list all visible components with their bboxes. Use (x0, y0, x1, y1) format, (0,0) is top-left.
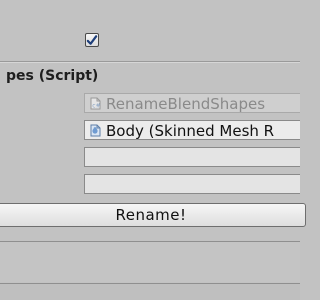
component-title: pes (Script) (6, 68, 99, 84)
rename-button[interactable]: Rename! (0, 203, 306, 227)
target-mesh-value: Body (Skinned Mesh R (106, 122, 275, 140)
skinned-mesh-icon (90, 124, 101, 137)
component-header[interactable]: pes (Script) (0, 63, 300, 89)
enabled-checkbox[interactable] (85, 33, 99, 47)
checkmark-icon (86, 34, 98, 45)
script-field: c# RenameBlendShapes (84, 93, 300, 113)
script-asset-icon: c# (90, 97, 101, 110)
text-field[interactable] (84, 174, 300, 194)
toggle-row (0, 30, 300, 56)
svg-text:c#: c# (92, 103, 100, 110)
text-field[interactable] (84, 147, 300, 167)
target-mesh-field[interactable]: Body (Skinned Mesh R (84, 120, 300, 140)
empty-panel-area (0, 242, 300, 282)
script-field-value: RenameBlendShapes (106, 95, 266, 113)
empty-panel-area (0, 284, 300, 300)
inspector-panel: pes (Script) c# RenameBlendShapes Body (… (0, 0, 306, 300)
